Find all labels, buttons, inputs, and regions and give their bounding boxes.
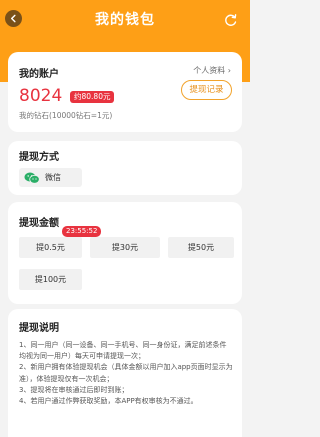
- notes-line: 3、提现将在审核通过后即时到账；: [19, 385, 129, 394]
- method-card: 提现方式 微信: [8, 141, 242, 195]
- back-arrow-icon: [10, 14, 16, 23]
- profile-link[interactable]: 个人资料 ›: [193, 65, 231, 76]
- yuan-equivalent-badge: 约80.80元: [70, 91, 115, 103]
- notes-line: 2、新用户拥有体验提现机会（具体金额以用户加入app页面时显示为准），体验提现仅…: [19, 363, 233, 383]
- amount-option-100[interactable]: 提100元: [19, 269, 82, 290]
- method-title: 提现方式: [19, 152, 59, 163]
- wechat-option[interactable]: 微信: [19, 168, 82, 187]
- notes-card: 提现说明 1、同一用户（同一设备、同一手机号、同一身份证，满足前述条件均视为同一…: [8, 309, 242, 437]
- amount-option-0-5[interactable]: 提0.5元: [19, 237, 82, 258]
- exchange-rate-text: 我的钻石(10000钻石=1元): [19, 111, 113, 120]
- account-card: 我的账户 个人资料 › 8024 约80.80元 我的钻石(10000钻石=1元…: [8, 52, 242, 132]
- refresh-icon: [225, 14, 237, 26]
- page-title: 我的钱包: [95, 12, 155, 28]
- wechat-label: 微信: [45, 173, 61, 182]
- amount-title: 提现金额: [19, 218, 59, 229]
- back-button[interactable]: [5, 10, 22, 27]
- countdown-timer-badge: 23:55:52: [62, 226, 102, 237]
- amount-card: 提现金额 23:55:52 提0.5元 提30元 提50元 提100元: [8, 202, 242, 304]
- amount-option-50[interactable]: 提50元: [168, 237, 234, 258]
- notes-line: 1、同一用户（同一设备、同一手机号、同一身份证，满足前述条件均视为同一用户）每天…: [19, 341, 227, 361]
- notes-title: 提现说明: [19, 323, 59, 334]
- account-title: 我的账户: [19, 69, 59, 80]
- withdraw-record-button[interactable]: 提现记录: [181, 80, 232, 100]
- notes-line: 4、若用户通过作弊获取奖励，本APP有权审核为不通过。: [19, 397, 198, 406]
- wechat-icon: [24, 172, 40, 184]
- notes-body: 1、同一用户（同一设备、同一手机号、同一身份证，满足前述条件均视为同一用户）每天…: [19, 340, 233, 407]
- refresh-button[interactable]: [224, 12, 238, 26]
- amount-option-30[interactable]: 提30元: [90, 237, 160, 258]
- nav-bar: 我的钱包: [0, 0, 250, 38]
- diamond-balance: 8024: [19, 86, 63, 106]
